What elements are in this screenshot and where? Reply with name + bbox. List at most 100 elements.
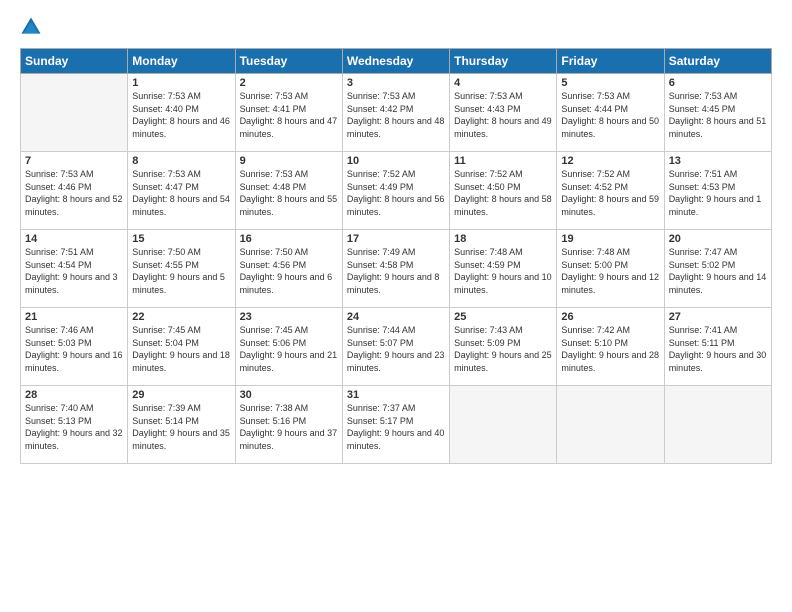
sunrise-label: Sunrise: 7:53 AM [347,91,416,101]
sunset-label: Sunset: 5:09 PM [454,338,521,348]
day-number: 30 [240,389,338,401]
daylight-label: Daylight: 9 hours and 14 minutes. [669,272,767,295]
calendar-cell [450,386,557,464]
daylight-label: Daylight: 8 hours and 52 minutes. [25,194,123,217]
day-info: Sunrise: 7:53 AM Sunset: 4:43 PM Dayligh… [454,90,552,140]
calendar-cell: 2 Sunrise: 7:53 AM Sunset: 4:41 PM Dayli… [235,74,342,152]
daylight-label: Daylight: 8 hours and 50 minutes. [561,116,659,139]
sunrise-label: Sunrise: 7:45 AM [240,325,309,335]
day-info: Sunrise: 7:53 AM Sunset: 4:45 PM Dayligh… [669,90,767,140]
day-info: Sunrise: 7:41 AM Sunset: 5:11 PM Dayligh… [669,324,767,374]
sunrise-label: Sunrise: 7:38 AM [240,403,309,413]
calendar-cell: 31 Sunrise: 7:37 AM Sunset: 5:17 PM Dayl… [342,386,449,464]
sunrise-label: Sunrise: 7:53 AM [454,91,523,101]
daylight-label: Daylight: 9 hours and 16 minutes. [25,350,123,373]
day-info: Sunrise: 7:40 AM Sunset: 5:13 PM Dayligh… [25,402,123,452]
sunrise-label: Sunrise: 7:50 AM [132,247,201,257]
day-info: Sunrise: 7:53 AM Sunset: 4:48 PM Dayligh… [240,168,338,218]
header [20,16,772,38]
sunrise-label: Sunrise: 7:48 AM [561,247,630,257]
sunrise-label: Sunrise: 7:51 AM [25,247,94,257]
sunset-label: Sunset: 5:11 PM [669,338,735,348]
day-info: Sunrise: 7:50 AM Sunset: 4:55 PM Dayligh… [132,246,230,296]
day-info: Sunrise: 7:39 AM Sunset: 5:14 PM Dayligh… [132,402,230,452]
sunset-label: Sunset: 4:42 PM [347,104,414,114]
sunset-label: Sunset: 5:04 PM [132,338,199,348]
day-number: 25 [454,311,552,323]
sunrise-label: Sunrise: 7:49 AM [347,247,416,257]
day-info: Sunrise: 7:52 AM Sunset: 4:49 PM Dayligh… [347,168,445,218]
logo [20,16,46,38]
daylight-label: Daylight: 9 hours and 35 minutes. [132,428,230,451]
day-info: Sunrise: 7:51 AM Sunset: 4:54 PM Dayligh… [25,246,123,296]
sunrise-label: Sunrise: 7:48 AM [454,247,523,257]
day-number: 27 [669,311,767,323]
sunset-label: Sunset: 5:14 PM [132,416,199,426]
sunrise-label: Sunrise: 7:51 AM [669,169,738,179]
sunrise-label: Sunrise: 7:53 AM [561,91,630,101]
day-number: 24 [347,311,445,323]
day-number: 15 [132,233,230,245]
daylight-label: Daylight: 8 hours and 49 minutes. [454,116,552,139]
sunrise-label: Sunrise: 7:50 AM [240,247,309,257]
col-header-monday: Monday [128,49,235,74]
calendar-cell: 7 Sunrise: 7:53 AM Sunset: 4:46 PM Dayli… [21,152,128,230]
day-info: Sunrise: 7:53 AM Sunset: 4:42 PM Dayligh… [347,90,445,140]
sunrise-label: Sunrise: 7:52 AM [347,169,416,179]
sunset-label: Sunset: 4:49 PM [347,182,414,192]
day-number: 20 [669,233,767,245]
daylight-label: Daylight: 8 hours and 58 minutes. [454,194,552,217]
daylight-label: Daylight: 9 hours and 21 minutes. [240,350,338,373]
calendar-cell: 11 Sunrise: 7:52 AM Sunset: 4:50 PM Dayl… [450,152,557,230]
week-row-1: 7 Sunrise: 7:53 AM Sunset: 4:46 PM Dayli… [21,152,772,230]
day-info: Sunrise: 7:53 AM Sunset: 4:44 PM Dayligh… [561,90,659,140]
calendar-cell: 8 Sunrise: 7:53 AM Sunset: 4:47 PM Dayli… [128,152,235,230]
col-header-tuesday: Tuesday [235,49,342,74]
daylight-label: Daylight: 9 hours and 12 minutes. [561,272,659,295]
sunset-label: Sunset: 4:41 PM [240,104,307,114]
day-number: 7 [25,155,123,167]
daylight-label: Daylight: 9 hours and 32 minutes. [25,428,123,451]
sunset-label: Sunset: 4:58 PM [347,260,414,270]
calendar-cell: 21 Sunrise: 7:46 AM Sunset: 5:03 PM Dayl… [21,308,128,386]
daylight-label: Daylight: 8 hours and 48 minutes. [347,116,445,139]
sunrise-label: Sunrise: 7:46 AM [25,325,94,335]
day-number: 1 [132,77,230,89]
sunrise-label: Sunrise: 7:41 AM [669,325,738,335]
daylight-label: Daylight: 9 hours and 28 minutes. [561,350,659,373]
sunset-label: Sunset: 5:00 PM [561,260,628,270]
sunset-label: Sunset: 5:10 PM [561,338,628,348]
sunrise-label: Sunrise: 7:52 AM [454,169,523,179]
sunrise-label: Sunrise: 7:45 AM [132,325,201,335]
sunset-label: Sunset: 4:46 PM [25,182,92,192]
calendar-cell: 16 Sunrise: 7:50 AM Sunset: 4:56 PM Dayl… [235,230,342,308]
sunset-label: Sunset: 5:13 PM [25,416,92,426]
calendar-cell: 4 Sunrise: 7:53 AM Sunset: 4:43 PM Dayli… [450,74,557,152]
sunrise-label: Sunrise: 7:53 AM [240,169,309,179]
day-info: Sunrise: 7:43 AM Sunset: 5:09 PM Dayligh… [454,324,552,374]
sunset-label: Sunset: 4:45 PM [669,104,736,114]
day-number: 29 [132,389,230,401]
day-info: Sunrise: 7:46 AM Sunset: 5:03 PM Dayligh… [25,324,123,374]
calendar-cell: 29 Sunrise: 7:39 AM Sunset: 5:14 PM Dayl… [128,386,235,464]
day-number: 19 [561,233,659,245]
daylight-label: Daylight: 9 hours and 8 minutes. [347,272,440,295]
sunset-label: Sunset: 4:48 PM [240,182,307,192]
sunrise-label: Sunrise: 7:37 AM [347,403,416,413]
sunrise-label: Sunrise: 7:47 AM [669,247,738,257]
calendar-cell: 1 Sunrise: 7:53 AM Sunset: 4:40 PM Dayli… [128,74,235,152]
calendar-cell: 5 Sunrise: 7:53 AM Sunset: 4:44 PM Dayli… [557,74,664,152]
sunset-label: Sunset: 4:59 PM [454,260,521,270]
sunset-label: Sunset: 4:43 PM [454,104,521,114]
sunrise-label: Sunrise: 7:53 AM [132,91,201,101]
sunset-label: Sunset: 5:02 PM [669,260,736,270]
daylight-label: Daylight: 9 hours and 10 minutes. [454,272,552,295]
sunset-label: Sunset: 4:50 PM [454,182,521,192]
daylight-label: Daylight: 8 hours and 56 minutes. [347,194,445,217]
daylight-label: Daylight: 8 hours and 51 minutes. [669,116,767,139]
daylight-label: Daylight: 8 hours and 55 minutes. [240,194,338,217]
calendar-cell [21,74,128,152]
day-number: 13 [669,155,767,167]
calendar-cell: 14 Sunrise: 7:51 AM Sunset: 4:54 PM Dayl… [21,230,128,308]
sunset-label: Sunset: 4:47 PM [132,182,199,192]
